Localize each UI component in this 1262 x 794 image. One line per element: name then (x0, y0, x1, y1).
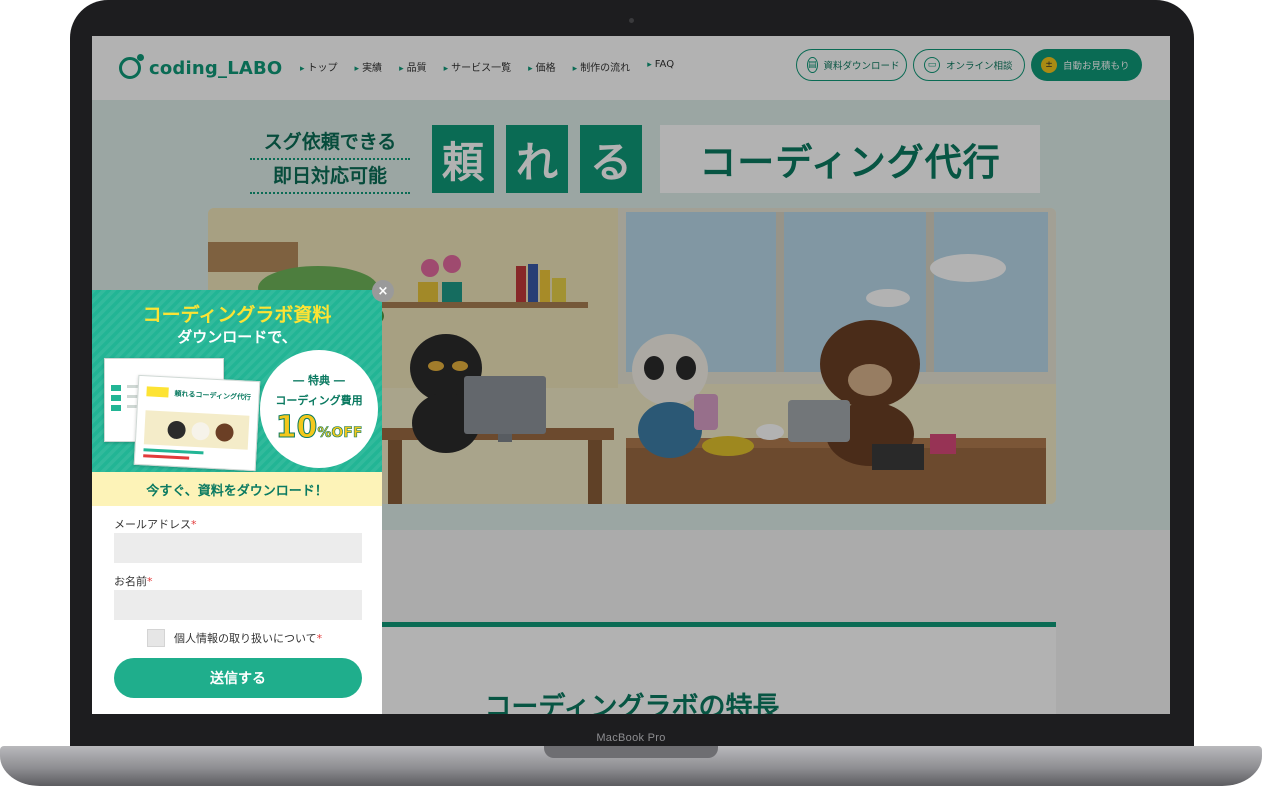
popup-subtitle: ダウンロードで、 (177, 328, 297, 346)
benefit-text: コーディング費用 (275, 394, 363, 407)
privacy-checkbox-row: 個人情報の取り扱いについて * (147, 629, 322, 647)
name-label-text: お名前 (114, 575, 147, 588)
privacy-label[interactable]: 個人情報の取り扱いについて (174, 630, 317, 646)
popup-cta-band: 今すぐ、資料をダウンロード！ (92, 472, 382, 506)
privacy-checkbox[interactable] (147, 629, 165, 647)
required-mark: * (191, 518, 197, 531)
download-popup: コーディングラボ資料 ダウンロードで、 頼れるコーディング代行 ― 特典 ― コ… (92, 290, 382, 714)
popup-banner: コーディングラボ資料 ダウンロードで、 頼れるコーディング代行 ― 特典 ― コ… (92, 290, 382, 472)
screen: coding_LABO トップ 実績 品質 サービス一覧 価格 制作の流れ FA… (92, 36, 1170, 714)
required-mark: * (316, 631, 323, 645)
discount-badge: ― 特典 ― コーディング費用 10%OFF (260, 350, 378, 468)
name-label: お名前* (114, 573, 153, 589)
device-brand-label: MacBook Pro (596, 732, 666, 744)
discount-number: 10 (275, 410, 318, 445)
laptop-notch (544, 746, 718, 758)
popup-title: コーディングラボ資料 (142, 304, 332, 326)
discount-value: 10%OFF (260, 410, 378, 450)
email-label: メールアドレス* (114, 516, 197, 532)
brochure-front-image: 頼れるコーディング代行 (133, 374, 261, 472)
close-icon[interactable]: × (372, 280, 394, 302)
benefit-label: ― 特典 ― (293, 374, 345, 387)
submit-button[interactable]: 送信する (114, 658, 362, 698)
email-field[interactable] (114, 533, 362, 563)
email-label-text: メールアドレス (114, 518, 191, 531)
name-field[interactable] (114, 590, 362, 620)
camera-icon (629, 18, 634, 23)
discount-unit: %OFF (317, 425, 363, 442)
required-mark: * (147, 575, 153, 588)
